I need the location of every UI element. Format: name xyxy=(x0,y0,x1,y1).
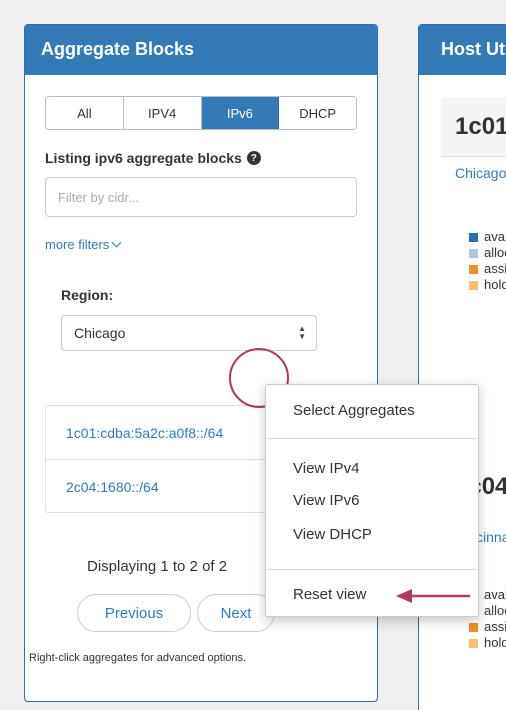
tab-dhcp[interactable]: DHCP xyxy=(279,97,356,129)
host-card-title: 1c01 xyxy=(455,113,506,140)
utilization-legend: available allocated assigned holding xyxy=(469,229,506,293)
legend-item: available xyxy=(469,229,506,245)
legend-label: allocated xyxy=(484,603,506,618)
legend-label: assigned xyxy=(484,261,506,276)
listing-text: Listing ipv6 aggregate blocks xyxy=(45,150,242,166)
menu-divider xyxy=(266,569,478,570)
legend-item: holding xyxy=(469,635,506,651)
region-value: Chicago xyxy=(74,325,126,341)
menu-item-view-dhcp[interactable]: View DHCP xyxy=(293,526,372,543)
legend-item: allocated xyxy=(469,245,506,261)
legend-swatch xyxy=(469,264,478,274)
legend-label: holding xyxy=(484,635,506,650)
legend-item: holding xyxy=(469,277,506,293)
chevron-down-icon xyxy=(111,237,122,248)
region-label: Region: xyxy=(61,287,114,303)
region-select[interactable]: Chicago ▲ ▼ xyxy=(61,315,317,351)
panel-title: Host Utilization xyxy=(419,25,506,75)
ip-type-tabs: All IPV4 IPv6 DHCP xyxy=(45,96,357,130)
legend-swatch xyxy=(469,622,478,632)
more-filters-link[interactable]: more filters xyxy=(45,237,122,252)
panel-title: Aggregate Blocks xyxy=(25,25,377,75)
menu-item-view-ipv6[interactable]: View IPv6 xyxy=(293,492,359,509)
legend-swatch xyxy=(469,232,478,242)
legend-label: available xyxy=(484,229,506,244)
tab-ipv4[interactable]: IPV4 xyxy=(123,97,202,129)
listing-heading: Listing ipv6 aggregate blocks ? xyxy=(45,150,261,166)
legend-item: assigned xyxy=(469,261,506,277)
right-click-hint: Right-click aggregates for advanced opti… xyxy=(29,652,247,664)
legend-swatch xyxy=(469,280,478,290)
annotation-arrow-icon xyxy=(396,589,470,603)
legend-swatch xyxy=(469,248,478,258)
legend-item: assigned xyxy=(469,619,506,635)
question-circle-icon[interactable]: ? xyxy=(246,151,261,165)
pagination-info: Displaying 1 to 2 of 2 xyxy=(87,558,228,575)
legend-label: available xyxy=(484,587,506,602)
more-filters-label: more filters xyxy=(45,237,110,252)
menu-divider xyxy=(266,438,478,439)
tab-all[interactable]: All xyxy=(46,97,124,129)
menu-header-select-aggregates[interactable]: Select Aggregates xyxy=(293,402,415,419)
menu-item-view-ipv4[interactable]: View IPv4 xyxy=(293,460,359,477)
tab-ipv6[interactable]: IPv6 xyxy=(201,97,280,129)
cidr-filter-input[interactable] xyxy=(45,177,357,217)
host-card-location[interactable]: Chicago xyxy=(455,165,506,181)
legend-label: holding xyxy=(484,277,506,292)
next-button[interactable]: Next xyxy=(197,594,275,632)
select-arrows-icon: ▲ ▼ xyxy=(298,324,306,341)
context-menu: Select Aggregates View IPv4 View IPv6 Vi… xyxy=(265,384,479,617)
legend-label: allocated xyxy=(484,245,506,260)
legend-swatch xyxy=(469,638,478,648)
legend-label: assigned xyxy=(484,619,506,634)
previous-button[interactable]: Previous xyxy=(77,594,191,632)
menu-item-reset-view[interactable]: Reset view xyxy=(293,586,366,603)
